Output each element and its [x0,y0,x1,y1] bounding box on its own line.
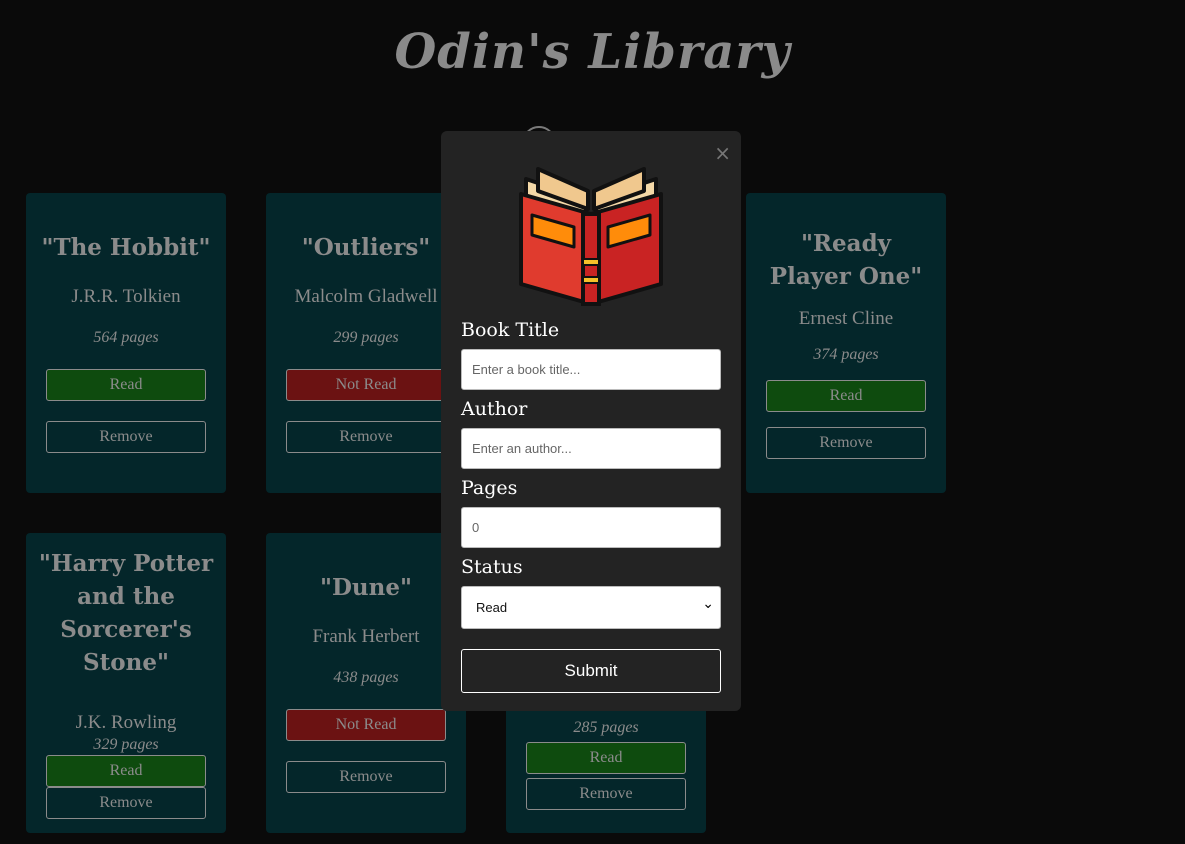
book-author: J.R.R. Tolkien [71,286,181,307]
submit-button[interactable]: Submit [461,649,721,693]
book-title: "Ready Player One" [769,230,923,290]
remove-button[interactable]: Remove [526,778,686,810]
book-pages: 438 pages [333,669,399,686]
book-author: Frank Herbert [312,626,420,647]
book-pages: 564 pages [93,329,159,346]
read-status-button[interactable]: Read [46,369,206,401]
read-status-button[interactable]: Read [526,742,686,774]
book-pages: 285 pages [573,719,639,736]
book-card: "The Hobbit" J.R.R. Tolkien 564 pages Re… [26,193,226,493]
book-author: Malcolm Gladwell [294,286,438,307]
remove-button[interactable]: Remove [286,761,446,793]
add-book-modal: × Book Title Author Pages Status Read ⌄ … [441,131,741,711]
book-title: "Dune" [320,574,412,601]
book-title: "The Hobbit" [41,234,211,261]
read-status-button[interactable]: Not Read [286,709,446,741]
author-label: Author [461,398,528,420]
book-card: "Dune" Frank Herbert 438 pages Not Read … [266,533,466,833]
book-author: J.K. Rowling [75,712,177,733]
book-title: "Outliers" [301,234,431,261]
author-input[interactable] [461,428,721,469]
status-select[interactable]: Read ⌄ [461,586,721,629]
site-title: Odin's Library [394,24,791,80]
book-pages: 299 pages [333,329,399,346]
book-title: "Harry Potter and the Sorcerer's Stone" [38,550,214,676]
remove-button[interactable]: Remove [286,421,446,453]
remove-button[interactable]: Remove [766,427,926,459]
book-pages: 329 pages [93,736,159,753]
chevron-down-icon: ⌄ [702,596,714,612]
book-pages: 374 pages [813,346,879,363]
book-card: "Outliers" Malcolm Gladwell 299 pages No… [266,193,466,493]
pages-label: Pages [461,477,518,499]
read-status-button[interactable]: Not Read [286,369,446,401]
read-status-button[interactable]: Read [46,755,206,787]
status-label: Status [461,556,523,578]
read-status-button[interactable]: Read [766,380,926,412]
book-card: "Harry Potter and the Sorcerer's Stone" … [26,533,226,833]
pages-input[interactable] [461,507,721,548]
open-book-icon [519,167,663,306]
book-title-label: Book Title [461,319,560,341]
status-select-value: Read [476,600,508,615]
remove-button[interactable]: Remove [46,421,206,453]
remove-button[interactable]: Remove [46,787,206,819]
close-icon[interactable]: × [714,143,731,163]
book-author: Ernest Cline [798,308,894,329]
book-card: "Ready Player One" Ernest Cline 374 page… [746,193,946,493]
book-title-input[interactable] [461,349,721,390]
